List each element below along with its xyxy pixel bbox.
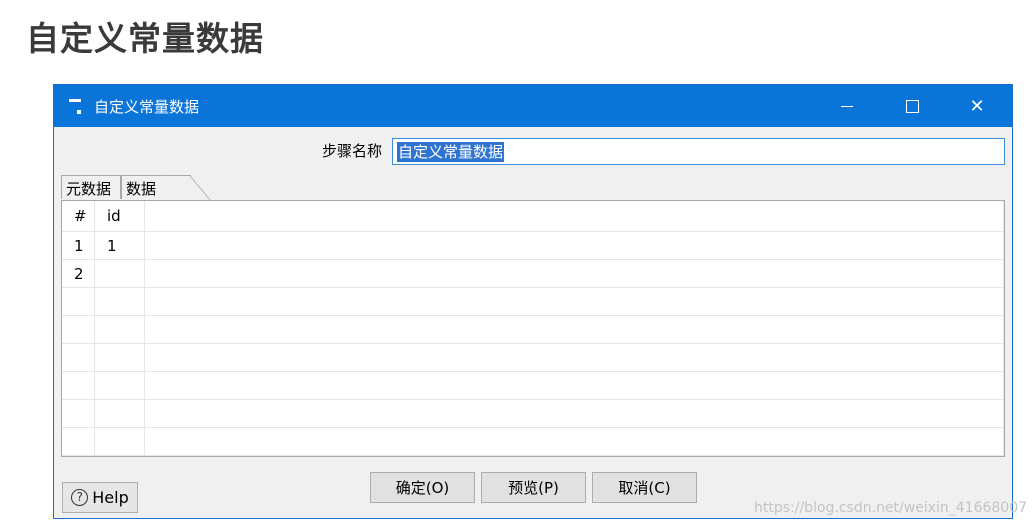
row-number-cell	[62, 315, 95, 344]
empty-cell[interactable]	[144, 343, 1004, 372]
watermark: https://blog.csdn.net/weixin_41668007	[754, 500, 1028, 516]
help-icon: ?	[71, 489, 89, 506]
id-cell[interactable]	[94, 259, 145, 288]
empty-cell[interactable]	[144, 371, 1004, 400]
grid-header-row: # id	[62, 201, 1004, 232]
row-number-cell	[62, 427, 95, 456]
preview-button[interactable]: 预览(P)	[481, 472, 586, 503]
id-cell[interactable]: 1	[94, 231, 145, 260]
table-row[interactable]: 2	[62, 259, 1004, 288]
tab-strip: 元数据 数据	[61, 173, 1005, 201]
page-heading: 自定义常量数据	[26, 19, 264, 58]
header-row-number[interactable]: #	[62, 201, 95, 232]
help-button[interactable]: ? Help	[62, 482, 138, 513]
header-id[interactable]: id	[94, 201, 145, 232]
id-cell[interactable]	[94, 399, 145, 428]
minimize-icon	[841, 105, 853, 107]
id-cell[interactable]	[94, 343, 145, 372]
table-row[interactable]	[62, 315, 1004, 344]
window-title: 自定义常量数据	[94, 98, 200, 116]
tab-data[interactable]: 数据	[121, 175, 191, 199]
title-bar[interactable]: 自定义常量数据 ✕	[54, 85, 1012, 127]
table-row[interactable]	[62, 427, 1004, 456]
table-row[interactable]	[62, 343, 1004, 372]
maximize-icon	[905, 99, 919, 113]
id-cell[interactable]	[94, 287, 145, 316]
data-grid[interactable]: # id 112	[61, 200, 1005, 457]
ok-button[interactable]: 确定(O)	[370, 472, 475, 503]
table-row[interactable]	[62, 399, 1004, 428]
empty-cell[interactable]	[144, 259, 1004, 288]
minimize-button[interactable]	[824, 85, 870, 127]
id-cell[interactable]	[94, 315, 145, 344]
row-number-cell	[62, 399, 95, 428]
row-number-cell: 1	[62, 231, 95, 260]
close-button[interactable]: ✕	[954, 85, 1000, 127]
step-name-label: 步骤名称	[321, 142, 382, 160]
tab-metadata[interactable]: 元数据	[61, 175, 121, 199]
cancel-button[interactable]: 取消(C)	[592, 472, 697, 503]
row-number-cell: 2	[62, 259, 95, 288]
close-icon: ✕	[969, 95, 985, 117]
id-cell[interactable]	[94, 427, 145, 456]
empty-cell[interactable]	[144, 399, 1004, 428]
step-name-input[interactable]: 自定义常量数据	[392, 138, 1005, 165]
row-number-cell	[62, 343, 95, 372]
tab-data-label: 数据	[126, 180, 157, 198]
header-empty	[144, 201, 1004, 232]
step-name-value: 自定义常量数据	[397, 142, 505, 162]
table-row[interactable]	[62, 287, 1004, 316]
custom-constant-dialog: 自定义常量数据 ✕ 步骤名称 自定义常量数据 元数据 数据 # id 1 1 2…	[53, 84, 1013, 519]
empty-cell[interactable]	[144, 427, 1004, 456]
empty-cell[interactable]	[144, 231, 1004, 260]
help-label: Help	[92, 488, 129, 507]
spoon-step-icon	[69, 98, 82, 114]
maximize-button[interactable]	[889, 85, 935, 127]
id-cell[interactable]	[94, 371, 145, 400]
table-row[interactable]: 11	[62, 231, 1004, 260]
row-number-cell	[62, 371, 95, 400]
table-row[interactable]	[62, 371, 1004, 400]
empty-cell[interactable]	[144, 315, 1004, 344]
row-number-cell	[62, 287, 95, 316]
empty-cell[interactable]	[144, 287, 1004, 316]
